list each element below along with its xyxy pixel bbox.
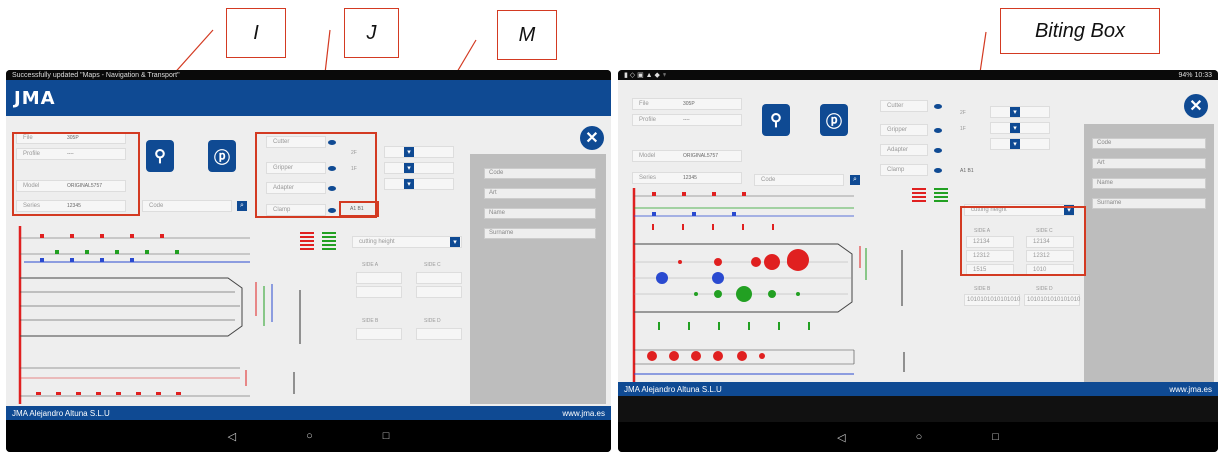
callout-biting-box: Biting Box <box>1000 8 1160 54</box>
status-bar: Successfully updated "Maps - Navigation … <box>6 70 611 80</box>
value-field[interactable] <box>384 146 454 158</box>
value-field[interactable] <box>384 178 454 190</box>
eye-icon[interactable] <box>934 148 942 153</box>
eye-icon[interactable] <box>934 104 942 109</box>
search-icon[interactable]: ⌕ <box>850 175 860 185</box>
dropdown-icon[interactable]: ▾ <box>1010 139 1020 149</box>
value-field[interactable] <box>990 122 1050 134</box>
profile-key-button[interactable]: ⓟ <box>208 140 236 172</box>
callout-m: M <box>497 10 557 60</box>
side-label: 1F <box>960 126 966 132</box>
side-d-label: SIDE D <box>424 318 441 324</box>
dropdown-icon[interactable]: ▾ <box>1010 123 1020 133</box>
name-panel-field[interactable]: Name <box>484 208 596 219</box>
home-icon[interactable]: ○ <box>916 431 923 443</box>
callout-j: J <box>344 8 399 58</box>
dropdown-icon[interactable]: ▾ <box>404 147 414 157</box>
side-b-label: SIDE B <box>362 318 379 324</box>
left-tablet: Successfully updated "Maps - Navigation … <box>6 70 611 452</box>
series-field[interactable]: Series 12345 <box>632 172 742 184</box>
cutting-height-select[interactable]: cutting height <box>352 236 462 248</box>
value-field[interactable] <box>990 138 1050 150</box>
model-field[interactable]: Model ORIGINAL5757 <box>632 150 742 162</box>
side-c-label: SIDE C <box>424 262 441 268</box>
home-icon[interactable]: ○ <box>306 430 313 442</box>
notification-icons: ▮ ◇ ▣ ▲ ◆ ♆ <box>624 72 668 79</box>
info-panel: Code Art Name Surname <box>1084 124 1214 382</box>
code-field[interactable]: Code <box>754 174 844 186</box>
dropdown-icon[interactable]: ▾ <box>404 179 414 189</box>
side-b-field[interactable] <box>356 328 402 340</box>
adapter-option[interactable]: Adapter <box>880 144 928 156</box>
jma-logo: JMA <box>14 88 56 109</box>
android-nav: ◁ ○ □ <box>618 422 1218 452</box>
dropdown-icon[interactable]: ▾ <box>1010 107 1020 117</box>
profile-key-button[interactable]: ⓟ <box>820 104 848 136</box>
clamp-option[interactable]: Clamp <box>880 164 928 176</box>
highlight-i <box>12 132 140 216</box>
side-c-field[interactable] <box>416 286 462 298</box>
key-drawing <box>632 188 948 382</box>
key-search-button[interactable]: ⚲ <box>762 104 790 136</box>
recent-apps-icon[interactable]: □ <box>383 430 390 442</box>
dropdown-icon[interactable]: ▾ <box>450 237 460 247</box>
gripper-option[interactable]: Gripper <box>880 124 928 136</box>
app-body: File 305P Profile ---- Model ORIGINAL5757 S… <box>618 80 1218 382</box>
highlight-m <box>339 201 379 217</box>
art-panel-field[interactable]: Art <box>484 188 596 199</box>
key-drawing <box>18 226 336 404</box>
cutter-option[interactable]: Cutter <box>880 100 928 112</box>
callout-i: I <box>226 8 286 58</box>
app-footer: JMA Alejandro Altuna S.L.U www.jma.es <box>6 406 611 420</box>
art-panel-field[interactable]: Art <box>1092 158 1206 169</box>
back-icon[interactable]: ◁ <box>837 431 845 444</box>
side-c-field[interactable] <box>416 272 462 284</box>
profile-field[interactable]: Profile ---- <box>632 114 742 126</box>
code-field[interactable]: Code <box>142 200 232 212</box>
eye-icon[interactable] <box>934 128 942 133</box>
counter-text: A1 B1 <box>960 168 974 174</box>
footer-url[interactable]: www.jma.es <box>562 409 605 418</box>
name-panel-field[interactable]: Name <box>1092 178 1206 189</box>
side-d-label: SIDE D <box>1036 286 1053 292</box>
recent-apps-icon[interactable]: □ <box>992 431 999 443</box>
app-header: JMA <box>6 80 611 116</box>
side-label: 2F <box>960 110 966 116</box>
highlight-biting-box <box>960 206 1086 276</box>
side-d-value[interactable]: 1010101010101010 <box>1024 294 1080 306</box>
side-a-label: SIDE A <box>362 262 379 268</box>
dropdown-icon[interactable]: ▾ <box>404 163 414 173</box>
app-footer: JMA Alejandro Altuna S.L.U www.jma.es <box>618 382 1218 396</box>
status-bar: ▮ ◇ ▣ ▲ ◆ ♆ 94% 10:33 <box>618 70 1218 80</box>
surname-panel-field[interactable]: Surname <box>484 228 596 239</box>
file-field[interactable]: File 305P <box>632 98 742 110</box>
footer-url[interactable]: www.jma.es <box>1169 385 1212 394</box>
side-a-field[interactable] <box>356 286 402 298</box>
back-icon[interactable]: ◁ <box>228 430 236 443</box>
side-d-field[interactable] <box>416 328 462 340</box>
key-search-button[interactable]: ⚲ <box>146 140 174 172</box>
side-a-field[interactable] <box>356 272 402 284</box>
close-button[interactable]: ✕ <box>580 126 604 150</box>
code-panel-field[interactable]: Code <box>1092 138 1206 149</box>
android-nav: ◁ ○ □ <box>6 420 611 452</box>
close-button[interactable]: ✕ <box>1184 94 1208 118</box>
side-b-label: SIDE B <box>974 286 991 292</box>
right-tablet: ▮ ◇ ▣ ▲ ◆ ♆ 94% 10:33 File 305P Profile ---… <box>618 70 1218 452</box>
search-icon[interactable]: ⌕ <box>237 201 247 211</box>
info-panel: Code Art Name Surname <box>470 154 606 404</box>
eye-icon[interactable] <box>934 168 942 173</box>
surname-panel-field[interactable]: Surname <box>1092 198 1206 209</box>
value-field[interactable] <box>990 106 1050 118</box>
side-b-value[interactable]: 1010101010101010 <box>964 294 1020 306</box>
value-field[interactable] <box>384 162 454 174</box>
code-panel-field[interactable]: Code <box>484 168 596 179</box>
